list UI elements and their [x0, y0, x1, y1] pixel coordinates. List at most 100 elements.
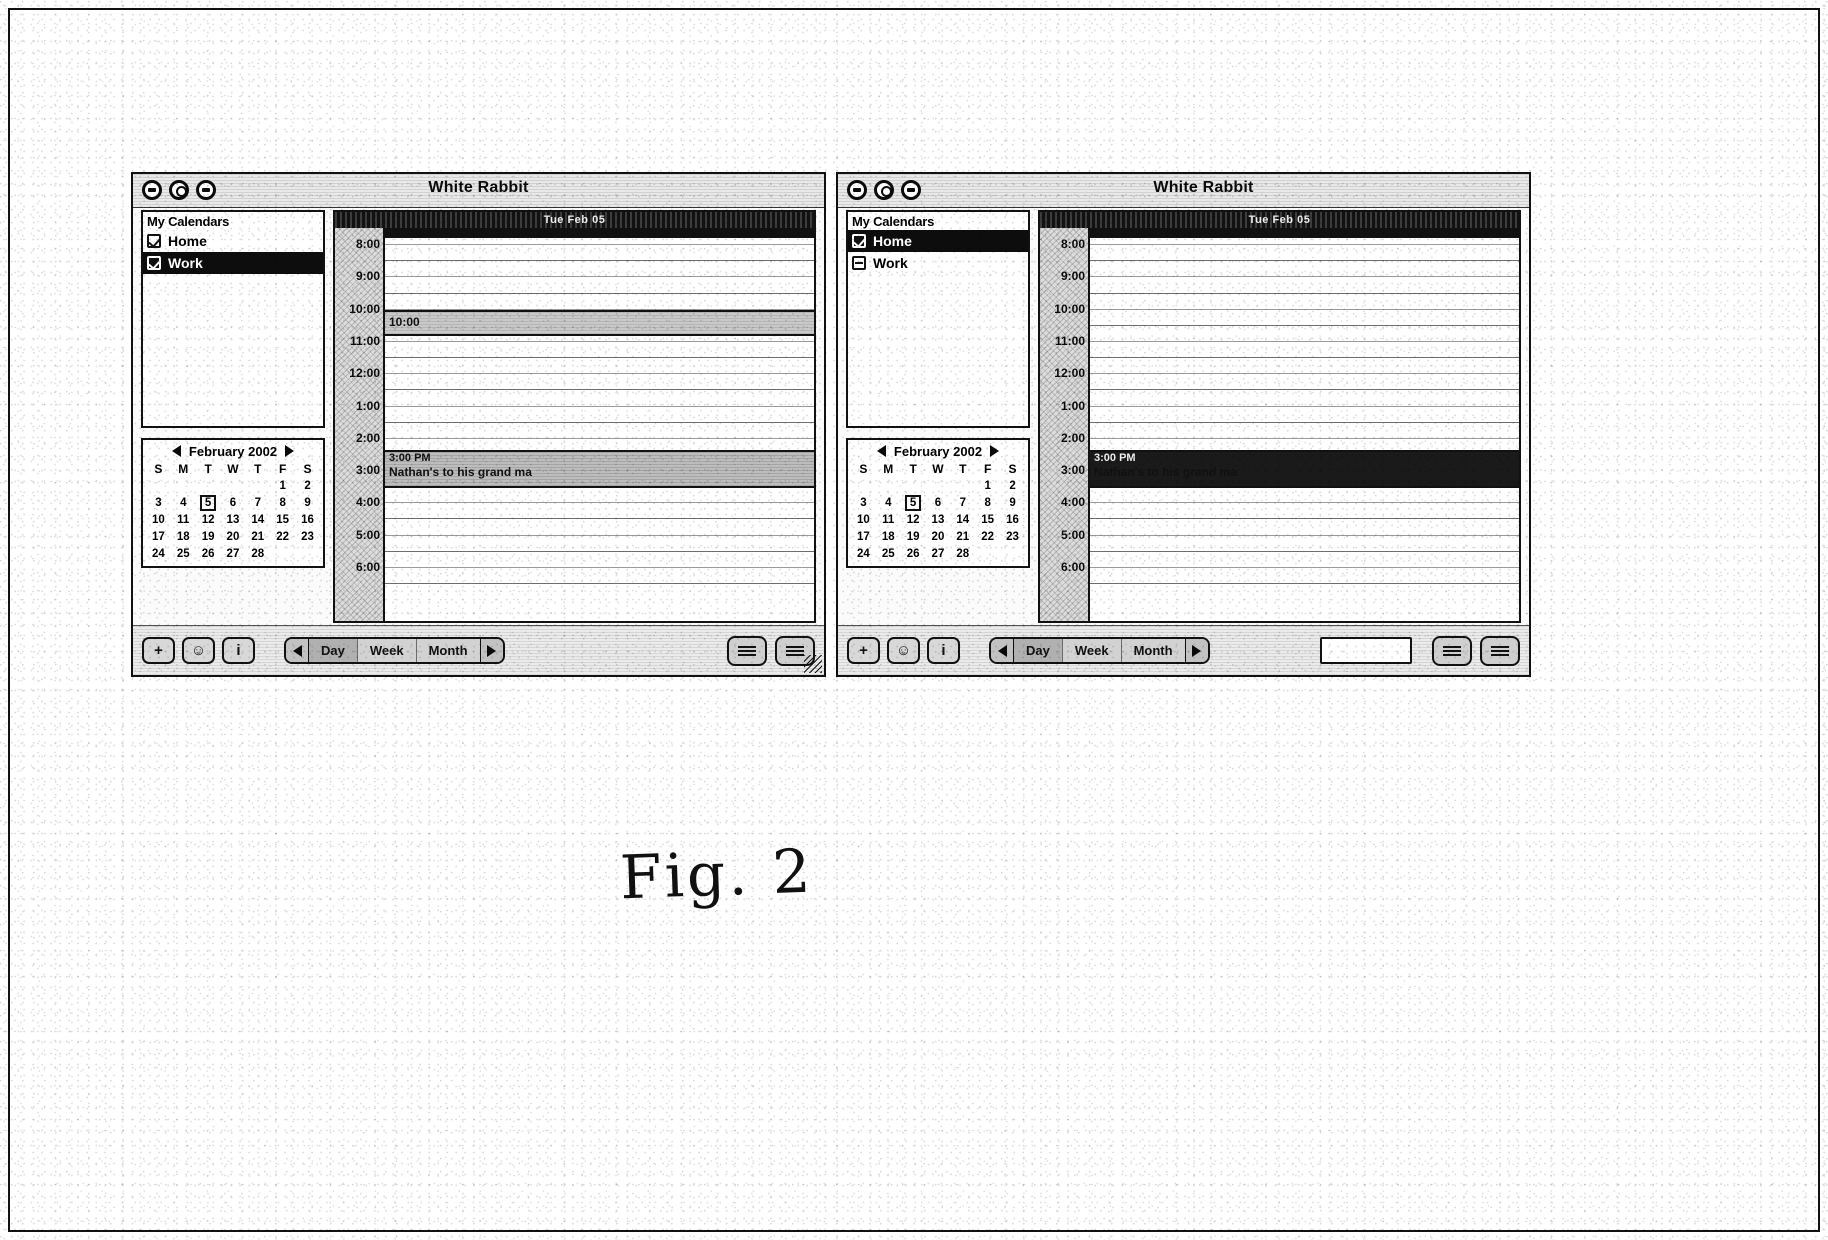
calendar-day[interactable]: 22: [975, 528, 1000, 545]
chevron-left-icon[interactable]: [286, 639, 309, 662]
calendar-event[interactable]: 3:00 PM Nathan's to his grand ma: [385, 449, 814, 488]
calendar-day[interactable]: 18: [876, 528, 901, 545]
calendar-day[interactable]: 14: [950, 511, 975, 528]
chevron-left-icon[interactable]: [171, 445, 181, 457]
calendar-day[interactable]: 26: [901, 545, 926, 562]
calendar-day[interactable]: 11: [171, 511, 196, 528]
sidebar: My Calendars Home Work February 2002 S M T W T F S…: [846, 210, 1030, 623]
list-view-icon[interactable]: [1432, 635, 1472, 666]
calendar-day-today[interactable]: 5: [196, 494, 221, 511]
calendar-day[interactable]: 26: [196, 545, 221, 562]
event-slot-column[interactable]: 3:00 PM Nathan's to his grand ma: [1090, 228, 1519, 621]
calendar-day[interactable]: 9: [295, 494, 320, 511]
calendar-day[interactable]: 3: [146, 494, 171, 511]
person-icon[interactable]: ☺: [182, 637, 215, 664]
calendar-day[interactable]: 27: [221, 545, 246, 562]
calendar-day[interactable]: 2: [295, 477, 320, 494]
calendar-day[interactable]: 22: [270, 528, 295, 545]
add-icon[interactable]: +: [847, 637, 880, 664]
calendar-day[interactable]: 24: [851, 545, 876, 562]
calendar-day[interactable]: 28: [245, 545, 270, 562]
view-tab-month[interactable]: Month: [1122, 639, 1185, 662]
person-icon[interactable]: ☺: [887, 637, 920, 664]
calendar-day[interactable]: 18: [171, 528, 196, 545]
calendar-day[interactable]: 16: [295, 511, 320, 528]
view-tab-week[interactable]: Week: [1063, 639, 1122, 662]
calendar-day[interactable]: 20: [221, 528, 246, 545]
calendar-day[interactable]: 10: [851, 511, 876, 528]
list-view-icon[interactable]: [727, 635, 767, 666]
view-tab-day[interactable]: Day: [309, 639, 358, 662]
calendar-day[interactable]: 4: [876, 494, 901, 511]
calendar-day[interactable]: 9: [1000, 494, 1025, 511]
view-tab-day[interactable]: Day: [1014, 639, 1063, 662]
calendar-day[interactable]: 4: [171, 494, 196, 511]
resize-handle[interactable]: [804, 655, 822, 673]
calendar-day[interactable]: 25: [876, 545, 901, 562]
chevron-right-icon[interactable]: [479, 639, 503, 662]
calendar-day[interactable]: 1: [975, 477, 1000, 494]
calendar-day[interactable]: 1: [270, 477, 295, 494]
calendar-day[interactable]: 10: [146, 511, 171, 528]
bottom-toolbar: + ☺ i Day Week Month: [838, 625, 1529, 675]
event-slot-column[interactable]: 10:00 3:00 PM Nathan's to his grand ma: [385, 228, 814, 621]
view-tab-week[interactable]: Week: [358, 639, 417, 662]
checkbox-icon[interactable]: [147, 234, 161, 248]
send-icon[interactable]: [1480, 635, 1520, 666]
chevron-left-icon[interactable]: [991, 639, 1014, 662]
chevron-left-icon[interactable]: [876, 445, 886, 457]
calendar-day[interactable]: 6: [926, 494, 951, 511]
calendar-day[interactable]: 7: [245, 494, 270, 511]
calendar-day[interactable]: 15: [270, 511, 295, 528]
calendar-day[interactable]: 21: [950, 528, 975, 545]
view-tab-month[interactable]: Month: [417, 639, 480, 662]
calendar-item-work[interactable]: Work: [143, 252, 323, 274]
calendar-day[interactable]: 2: [1000, 477, 1025, 494]
title-bar[interactable]: White Rabbit: [133, 174, 824, 208]
calendar-day[interactable]: 14: [245, 511, 270, 528]
chevron-right-icon[interactable]: [990, 445, 1000, 457]
calendar-day-today[interactable]: 5: [901, 494, 926, 511]
add-icon[interactable]: +: [142, 637, 175, 664]
calendar-day[interactable]: 6: [221, 494, 246, 511]
calendar-day[interactable]: 12: [901, 511, 926, 528]
calendar-day[interactable]: 17: [146, 528, 171, 545]
calendar-day[interactable]: 19: [196, 528, 221, 545]
info-icon[interactable]: i: [927, 637, 960, 664]
calendar-day[interactable]: 11: [876, 511, 901, 528]
calendar-event-bar[interactable]: 10:00: [385, 310, 814, 337]
time-grid[interactable]: 8:00 9:00 10:00 11:00 12:00 1:00 2:00 3:00 4:00 5…: [335, 228, 814, 621]
calendar-day[interactable]: 12: [196, 511, 221, 528]
search-input[interactable]: [1320, 637, 1412, 664]
calendar-event[interactable]: 3:00 PM Nathan's to his grand ma: [1090, 449, 1519, 488]
info-icon[interactable]: i: [222, 637, 255, 664]
calendar-day[interactable]: 8: [270, 494, 295, 511]
calendar-day[interactable]: 27: [926, 545, 951, 562]
checkbox-icon[interactable]: [147, 256, 161, 270]
calendar-day[interactable]: 17: [851, 528, 876, 545]
calendar-day[interactable]: 13: [926, 511, 951, 528]
calendar-day[interactable]: 20: [926, 528, 951, 545]
calendar-day[interactable]: 24: [146, 545, 171, 562]
calendar-item-home[interactable]: Home: [848, 230, 1028, 252]
calendar-day[interactable]: 3: [851, 494, 876, 511]
checkbox-icon[interactable]: [852, 234, 866, 248]
calendar-day[interactable]: 25: [171, 545, 196, 562]
calendar-day[interactable]: 7: [950, 494, 975, 511]
calendar-day[interactable]: 19: [901, 528, 926, 545]
calendar-day[interactable]: 16: [1000, 511, 1025, 528]
chevron-right-icon[interactable]: [285, 445, 295, 457]
calendar-day[interactable]: 15: [975, 511, 1000, 528]
calendar-item-home[interactable]: Home: [143, 230, 323, 252]
calendar-item-work[interactable]: Work: [848, 252, 1028, 274]
calendar-day[interactable]: 23: [295, 528, 320, 545]
calendar-day[interactable]: 21: [245, 528, 270, 545]
checkbox-icon[interactable]: [852, 256, 866, 270]
chevron-right-icon[interactable]: [1184, 639, 1208, 662]
title-bar[interactable]: White Rabbit: [838, 174, 1529, 208]
calendar-day[interactable]: 13: [221, 511, 246, 528]
time-grid[interactable]: 8:00 9:00 10:00 11:00 12:00 1:00 2:00 3:00 4:00 5…: [1040, 228, 1519, 621]
calendar-day[interactable]: 28: [950, 545, 975, 562]
calendar-day[interactable]: 8: [975, 494, 1000, 511]
calendar-day[interactable]: 23: [1000, 528, 1025, 545]
